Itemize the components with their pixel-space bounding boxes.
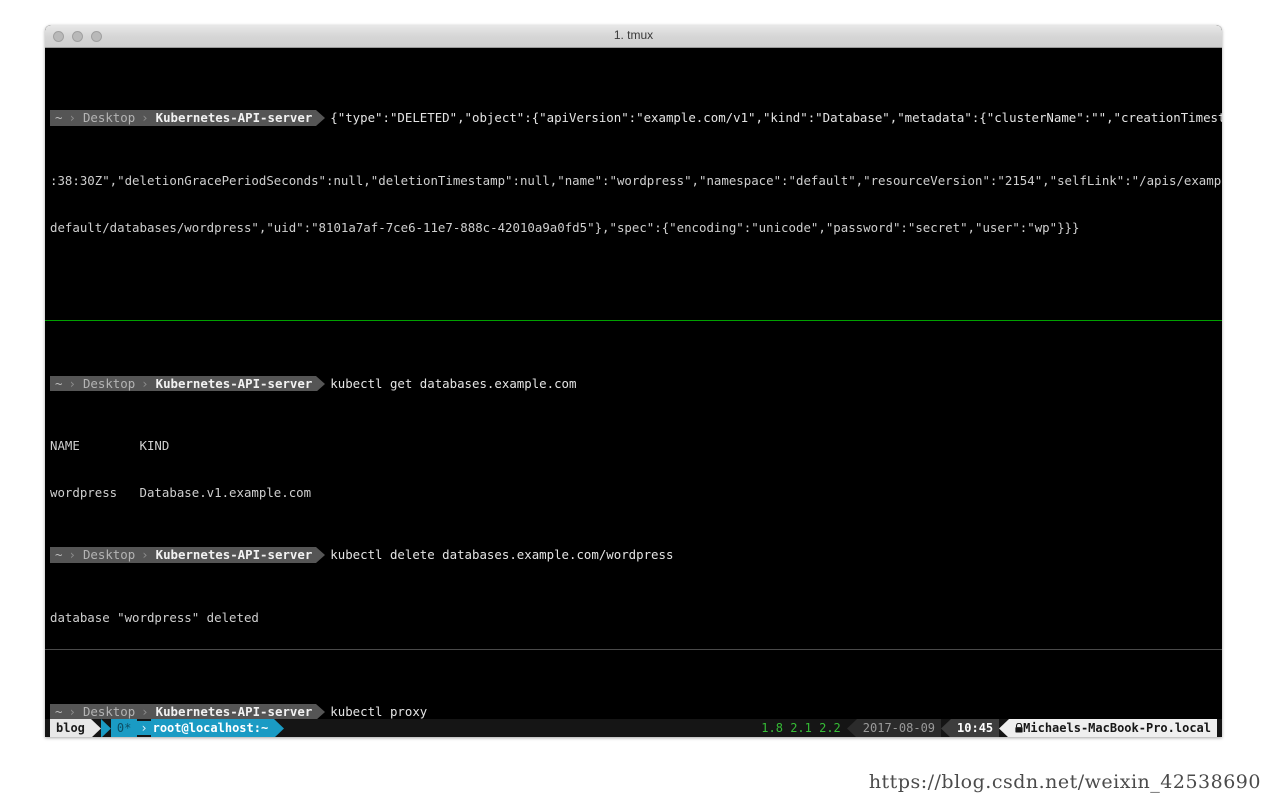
status-hostname: Michaels-MacBook-Pro.local [1009,719,1217,737]
prompt-cwd-segment: Kubernetes-API-server [150,703,317,719]
powerline-arrow-icon [274,719,285,737]
terminal-body[interactable]: ~ › Desktop › Kubernetes-API-server {"type":"… [45,48,1222,737]
powerline-arrow-left-icon [941,719,952,737]
tmux-status-left: blog 0* › root@localhost:~ [50,719,285,737]
prompt-separator-icon: › [139,703,151,719]
powerline-arrow-icon [316,375,326,392]
terminal-output: {"type":"DELETED","object":{"apiVersion"… [330,110,1222,126]
powerline-arrow-icon [316,110,326,126]
terminal-command: kubectl proxy [330,703,428,719]
tmux-pane-middle[interactable]: ~ › Desktop › Kubernetes-API-server kubectl g… [45,329,1222,649]
prompt-separator-icon: › [66,375,78,392]
prompt-dir-segment: Desktop [77,703,140,719]
tmux-window-separator-icon: › [137,721,151,735]
terminal-line: default/databases/wordpress","uid":"8101… [50,219,1080,235]
prompt-home-segment: ~ [50,110,67,126]
prompt-home-segment: ~ [50,547,67,563]
prompt-separator-icon: › [66,547,78,563]
tmux-status-right: 1.8 2.1 2.2 2017-08-09 10:45 Michaels-MacBo… [755,719,1217,737]
terminal-line: NAME KIND [50,438,170,454]
terminal-command: kubectl delete databases.example.com/wor… [330,547,674,563]
lock-icon [1015,721,1023,735]
prompt-dir-segment: Desktop [77,110,140,126]
terminal-line: ~ › Desktop › Kubernetes-API-server kubectl p… [50,703,1217,719]
prompt-home-segment: ~ [50,703,67,719]
prompt-cwd-segment: Kubernetes-API-server [150,375,317,392]
terminal-line: ~ › Desktop › Kubernetes-API-server kubectl d… [50,547,1217,563]
terminal-line: ~ › Desktop › Kubernetes-API-server kubectl g… [50,375,1217,392]
prompt-home-segment: ~ [50,375,67,392]
prompt-separator-icon: › [139,110,151,126]
terminal-line: ~ › Desktop › Kubernetes-API-server {"type":"… [50,110,1222,126]
prompt-separator-icon: › [139,375,151,392]
window-titlebar: 1. tmux [45,25,1222,48]
powerline-arrow-left-icon [999,719,1010,737]
tmux-pane-bottom[interactable]: ~ › Desktop › Kubernetes-API-server kubectl p… [45,657,1222,719]
powerline-prompt: ~ › Desktop › Kubernetes-API-server [50,375,326,392]
tmux-session-name[interactable]: blog [50,719,91,737]
powerline-prompt: ~ › Desktop › Kubernetes-API-server [50,110,326,126]
powerline-arrow-icon [100,719,111,737]
terminal-line: wordpress Database.v1.example.com [50,484,312,500]
watermark-url: https://blog.csdn.net/weixin_42538690 [868,771,1261,793]
status-date: 2017-08-09 [856,719,942,737]
pane-separator-active [45,320,1222,321]
status-time: 10:45 [951,719,1000,737]
prompt-dir-segment: Desktop [77,375,140,392]
terminal-line: database "wordpress" deleted [50,609,259,625]
powerline-arrow-icon [316,703,326,719]
prompt-cwd-segment: Kubernetes-API-server [150,547,317,563]
tmux-status-bar: blog 0* › root@localhost:~ 1.8 2.1 2.2 2017-… [45,719,1222,737]
pane-separator-inactive [45,649,1222,650]
powerline-arrow-icon [90,719,101,737]
window-title: 1. tmux [613,28,654,42]
tmux-window-name[interactable]: root@localhost:~ [150,719,275,737]
screenshot-root: 1. tmux ~ › Desktop › Kubernetes-API-server{… [0,0,1267,799]
powerline-arrow-icon [316,547,326,563]
prompt-separator-icon: › [66,110,78,126]
powerline-arrow-left-icon [846,719,857,737]
prompt-separator-icon: › [139,547,151,563]
system-load-average: 1.8 2.1 2.2 [761,721,841,735]
terminal-line: :38:30Z","deletionGracePeriodSeconds":nu… [50,172,1222,188]
powerline-prompt: ~ › Desktop › Kubernetes-API-server [50,703,326,719]
prompt-cwd-segment: Kubernetes-API-server [150,110,317,126]
hostname-label: Michaels-MacBook-Pro.local [1023,721,1211,735]
tmux-window-index[interactable]: 0* [110,719,138,737]
prompt-separator-icon: › [66,703,78,719]
tmux-pane-top[interactable]: ~ › Desktop › Kubernetes-API-server {"type":"… [45,48,1222,318]
prompt-dir-segment: Desktop [77,547,140,563]
powerline-prompt: ~ › Desktop › Kubernetes-API-server [50,547,326,563]
terminal-window: 1. tmux ~ › Desktop › Kubernetes-API-server{… [45,25,1222,737]
terminal-command: kubectl get databases.example.com [330,375,577,391]
